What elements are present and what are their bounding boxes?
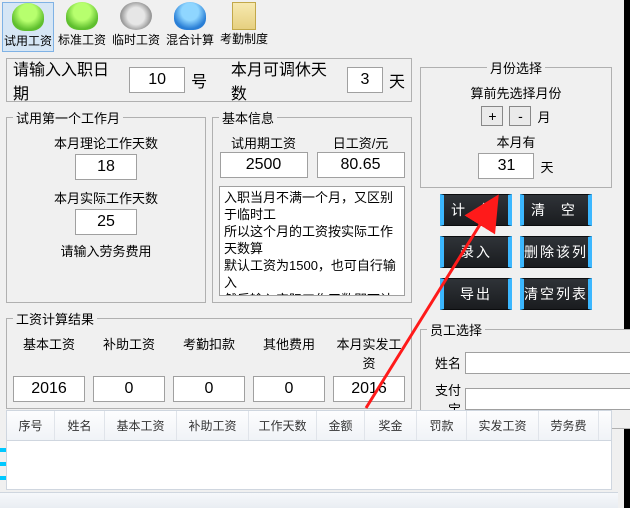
tab-attendance[interactable]: 考勤制度 (218, 2, 270, 52)
tab-label: 标准工资 (56, 31, 108, 48)
res-other[interactable] (253, 376, 325, 402)
enter-button[interactable]: 录入 (440, 236, 512, 268)
adj-days-input[interactable] (347, 67, 383, 93)
emp-pay-input[interactable] (465, 388, 630, 410)
entry-group: 请输入入职日期 号 本月可调休天数 天 (6, 58, 412, 102)
month-unit: 月 (537, 107, 550, 126)
res-base[interactable] (13, 376, 85, 402)
results-legend: 工资计算结果 (13, 309, 97, 328)
col-index[interactable]: 序号 (7, 411, 55, 440)
month-days-input[interactable] (478, 153, 534, 179)
tab-temp-salary[interactable]: 临时工资 (110, 2, 162, 52)
entry-date-label: 请输入入职日期 (13, 56, 123, 104)
month-minus-button[interactable]: - (509, 106, 531, 126)
employee-legend: 员工选择 (427, 320, 485, 339)
month-select-group: 月份选择 算前先选择月份 + - 月 本月有 天 (420, 58, 612, 188)
first-month-legend: 试用第一个工作月 (13, 108, 123, 127)
day-salary-input[interactable] (317, 152, 405, 178)
tab-label: 考勤制度 (218, 30, 270, 47)
actual-days-label: 本月实际工作天数 (13, 188, 199, 207)
toolbar: 试用工资 标准工资 临时工资 混合计算 考勤制度 (0, 0, 624, 52)
basic-info-group: 基本信息 试用期工资 日工资/元 入职当月不满一个月，又区别于临时工 (212, 108, 412, 303)
grid-body[interactable] (7, 441, 611, 489)
tab-trial-salary[interactable]: 试用工资 (2, 2, 54, 52)
trial-salary-input[interactable] (220, 152, 308, 178)
emp-name-input[interactable] (465, 352, 630, 374)
clear-list-button[interactable]: 清空列表 (520, 278, 592, 310)
note-line: 所以这个月的工资按实际工作天数算 (224, 223, 400, 257)
res-deduct[interactable] (173, 376, 245, 402)
delete-col-button[interactable]: 删除该列 (520, 236, 592, 268)
fee-prompt: 请输入劳务费用 (13, 241, 199, 260)
grid-footer (0, 492, 618, 508)
theory-days-label: 本月理论工作天数 (13, 133, 199, 152)
tab-label: 试用工资 (3, 32, 53, 49)
adj-days-unit: 天 (389, 68, 405, 92)
actual-days-input[interactable] (75, 209, 137, 235)
res-subsidy[interactable] (93, 376, 165, 402)
clear-button[interactable]: 清 空 (520, 194, 592, 226)
col-days[interactable]: 工作天数 (249, 411, 317, 440)
col-net[interactable]: 实发工资 (467, 411, 539, 440)
side-accent (0, 438, 6, 490)
person-icon (174, 2, 206, 30)
emp-name-label: 姓名 (427, 353, 461, 372)
day-salary-label: 日工资/元 (316, 133, 405, 152)
col-fee[interactable]: 劳务费 (539, 411, 599, 440)
col-amount[interactable]: 金额 (317, 411, 365, 440)
res-head: 补助工资 (93, 334, 165, 372)
month-title: 月份选择 (487, 58, 545, 77)
col-subsidy[interactable]: 补助工资 (177, 411, 249, 440)
note-icon (232, 2, 256, 30)
res-head: 本月实发工资 (333, 334, 405, 372)
col-bonus[interactable]: 奖金 (365, 411, 417, 440)
month-has-label: 本月有 (427, 132, 605, 151)
note-line: 入职当月不满一个月，又区别于临时工 (224, 189, 400, 223)
entry-date-unit: 号 (191, 68, 207, 92)
gear-icon (120, 2, 152, 30)
adj-days-label: 本月可调休天数 (231, 56, 341, 104)
col-base[interactable]: 基本工资 (105, 411, 177, 440)
data-grid[interactable]: 序号 姓名 基本工资 补助工资 工作天数 金额 奖金 罚款 实发工资 劳务费 (6, 410, 612, 490)
res-head: 其他费用 (253, 334, 325, 372)
note-line: 然后输入实际工作天数即可计算 (224, 291, 400, 296)
note-line: 默认工资为1500，也可自行输入 (224, 257, 400, 291)
person-icon (12, 3, 44, 31)
col-name[interactable]: 姓名 (55, 411, 105, 440)
res-net[interactable] (333, 376, 405, 402)
results-group: 工资计算结果 基本工资 补助工资 考勤扣款 其他费用 本月实发工资 (6, 309, 412, 409)
person-icon (66, 2, 98, 30)
trial-salary-label: 试用期工资 (219, 133, 308, 152)
grid-header: 序号 姓名 基本工资 补助工资 工作天数 金额 奖金 罚款 实发工资 劳务费 (7, 411, 611, 441)
month-subtitle: 算前先选择月份 (427, 83, 605, 102)
entry-date-input[interactable] (129, 67, 185, 93)
calc-button[interactable]: 计 算 (440, 194, 512, 226)
month-plus-button[interactable]: + (481, 106, 503, 126)
basic-info-legend: 基本信息 (219, 108, 277, 127)
tab-label: 混合计算 (164, 31, 216, 48)
col-fine[interactable]: 罚款 (417, 411, 467, 440)
notes-box[interactable]: 入职当月不满一个月，又区别于临时工 所以这个月的工资按实际工作天数算 默认工资为… (219, 186, 405, 296)
theory-days-input[interactable] (75, 154, 137, 180)
export-button[interactable]: 导出 (440, 278, 512, 310)
res-head: 考勤扣款 (173, 334, 245, 372)
tab-standard-salary[interactable]: 标准工资 (56, 2, 108, 52)
month-days-unit: 天 (540, 157, 553, 176)
tab-mixed-calc[interactable]: 混合计算 (164, 2, 216, 52)
first-month-group: 试用第一个工作月 本月理论工作天数 本月实际工作天数 请输入劳务费用 (6, 108, 206, 303)
res-head: 基本工资 (13, 334, 85, 372)
tab-label: 临时工资 (110, 31, 162, 48)
